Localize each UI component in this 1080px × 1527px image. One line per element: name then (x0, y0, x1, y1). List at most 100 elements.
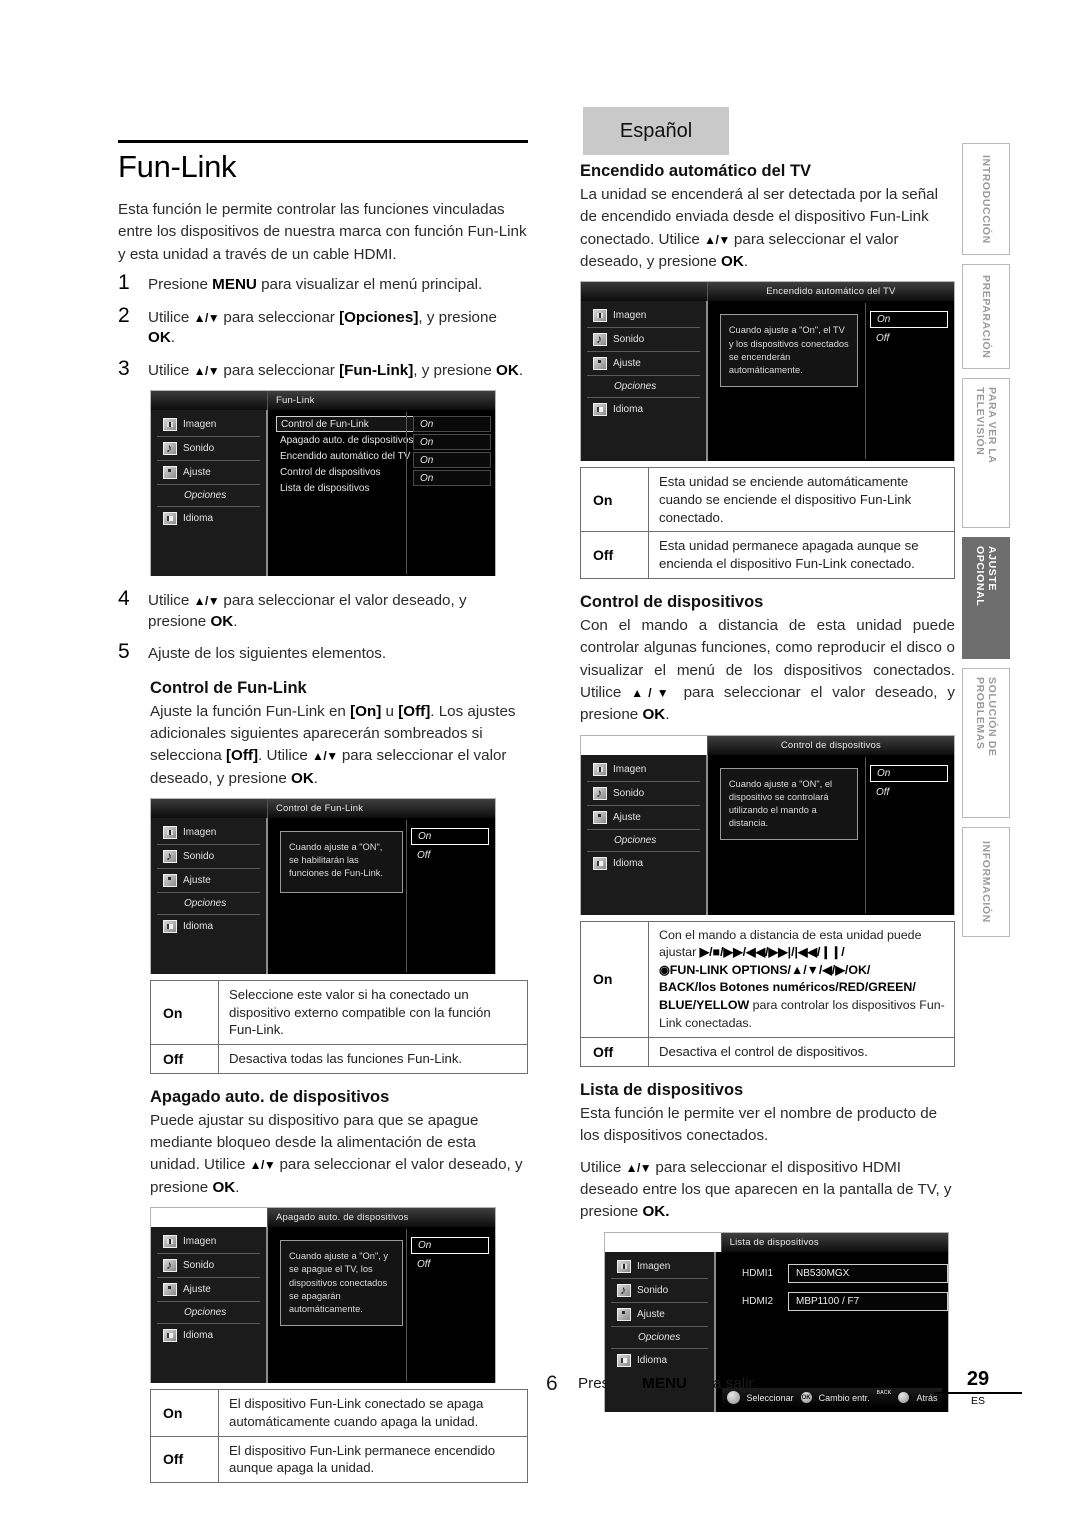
tv-menu-body: Imagen Sonido Ajuste Opciones Idioma Cua… (581, 754, 954, 915)
tv-header-title: Fun-Link (267, 391, 495, 411)
tv-menu-header: Encendido automático del TV (581, 282, 954, 302)
section-heading: Control de dispositivos (580, 592, 764, 611)
step-text: Utilice ▲/▼ para seleccionar [Fun-Link],… (148, 361, 524, 379)
tv-option-values: On Off (870, 311, 948, 349)
section-text: Puede ajustar su dispositivo para que se… (150, 1111, 523, 1196)
tv-option-off[interactable]: Off (870, 785, 948, 800)
imagen-icon (163, 1235, 177, 1249)
back-button-icon (898, 1392, 910, 1404)
table-row: On Esta unidad se enciende automáticamen… (580, 467, 955, 533)
tab-informacion[interactable]: INFORMACIÓN (962, 827, 1010, 937)
table-row: On Con el mando a distancia de esta unid… (580, 920, 955, 1039)
step-number: 2 (118, 303, 130, 327)
tv-value-column: On On On On (413, 416, 491, 488)
step-text: Ajuste de los siguientes elementos. (148, 645, 387, 663)
tv-panel-divider (406, 820, 407, 973)
tv-sidebar-item-opciones: Opciones (587, 830, 700, 852)
sonido-icon (163, 1258, 177, 1273)
table-row: Off Esta unidad permanece apagada aunque… (580, 531, 955, 579)
tv-sidebar-item-ajuste: Ajuste (587, 352, 700, 377)
tv-sidebar: Imagen Sonido Ajuste Opciones Idioma (581, 754, 708, 915)
tv-option-values: On Off (411, 1237, 489, 1275)
sonido-icon (163, 849, 177, 864)
step-2: 2 Utilice ▲/▼ para seleccionar [Opciones… (118, 303, 528, 349)
tv-value: On (413, 416, 491, 433)
sonido-icon (617, 1283, 631, 1297)
tv-option-on[interactable]: On (411, 1237, 489, 1255)
idioma-icon (163, 920, 177, 934)
tv-sidebar-item-imagen: Imagen (587, 304, 700, 329)
tv-header-title: Encendido automático del TV (707, 282, 954, 302)
sonido-icon (593, 786, 607, 800)
table-key: Off (580, 1037, 649, 1067)
tv-help-text: Cuando ajuste a "ON", el dispositivo se … (719, 767, 858, 841)
step-text: Presione MENU para visualizar el menú pr… (148, 276, 483, 294)
tv-sidebar-item-ajuste: Ajuste (587, 806, 700, 830)
tv-sidebar-item-imagen: Imagen (611, 1255, 708, 1279)
document-page: Español Fun-Link Esta función le permite… (0, 0, 1080, 1527)
tv-sidebar-item-opciones: Opciones (157, 893, 260, 916)
tv-header-title: Control de dispositivos (707, 735, 954, 755)
tv-option-off[interactable]: Off (411, 1257, 489, 1272)
device-label: HDMI1 (742, 1267, 774, 1279)
tv-sidebar-item-ajuste: Ajuste (157, 1278, 260, 1303)
tv-sidebar-item-ajuste: Ajuste (157, 461, 260, 486)
tab-solucion-de-problemas[interactable]: SOLUCIÓN DE PROBLEMAS (962, 668, 1010, 818)
tv-panel-divider (865, 756, 866, 913)
tv-sidebar-item-idioma: Idioma (157, 1324, 260, 1347)
tab-ajuste-opcional[interactable]: AJUSTE OPCIONAL (962, 537, 1010, 659)
final-step: 6 Presione MENU para salir. (546, 1372, 757, 1396)
tv-header-left (151, 799, 268, 819)
step-text: Utilice ▲/▼ para seleccionar el valor de… (148, 592, 467, 630)
step-text: Utilice ▲/▼ para seleccionar [Opciones],… (148, 308, 497, 347)
tv-sidebar-item-sonido: Sonido (587, 782, 700, 806)
tv-option-on[interactable]: On (870, 764, 948, 782)
tv-sidebar: Imagen Sonido Ajuste Opciones Idioma (151, 818, 268, 975)
title-rule (118, 140, 528, 143)
table-desc: El dispositivo Fun-Link conectado se apa… (218, 1389, 528, 1437)
tv-option-on[interactable]: On (411, 828, 489, 846)
tab-introduccion[interactable]: INTRODUCCIÓN (962, 143, 1010, 255)
tv-sidebar-item-sonido: Sonido (611, 1279, 708, 1303)
table-key: On (580, 920, 649, 1039)
table-row: On El dispositivo Fun-Link conectado se … (150, 1389, 528, 1437)
tv-value: On (413, 470, 491, 487)
tv-menu-apagado-auto: Apagado auto. de dispositivos Imagen Son… (150, 1207, 496, 1384)
tv-menu-header: Control de dispositivos (581, 735, 954, 755)
device-label: HDMI2 (742, 1295, 774, 1307)
tv-panel-divider (865, 303, 866, 460)
section-control-funlink: Control de Fun-Link Ajuste la función Fu… (150, 679, 528, 1483)
table-key: On (580, 467, 649, 533)
device-value: MBP1100 / F7 (788, 1291, 948, 1311)
tv-sidebar-item-opciones: Opciones (611, 1327, 708, 1349)
tv-menu-body: Imagen Sonido Ajuste Opciones Idioma Con… (151, 410, 495, 577)
tv-sidebar-item-idioma: Idioma (611, 1349, 708, 1372)
value-table-encendido-auto: On Esta unidad se enciende automáticamen… (580, 467, 955, 579)
value-table-apagado-auto: On El dispositivo Fun-Link conectado se … (150, 1389, 528, 1483)
left-column: Fun-Link Esta función le permite control… (118, 140, 528, 1487)
tab-preparacion[interactable]: PREPARACIÓN (962, 264, 1010, 369)
tv-sidebar-item-sonido: Sonido (157, 845, 260, 870)
device-row-hdmi2[interactable]: HDMI2 MBP1100 / F7 (742, 1291, 948, 1311)
intro-paragraph: Esta función le permite controlar las fu… (118, 201, 527, 263)
tv-option-off[interactable]: Off (870, 331, 948, 346)
idioma-icon (593, 856, 607, 870)
ajuste-icon (593, 810, 607, 824)
tv-value: On (413, 434, 491, 451)
device-value: NB530MGX (788, 1263, 948, 1283)
section-text: Ajuste la función Fun-Link en [On] u [Of… (150, 702, 516, 787)
tv-sidebar-item-sonido: Sonido (157, 437, 260, 462)
device-row-hdmi1[interactable]: HDMI1 NB530MGX (742, 1263, 948, 1283)
section-text: Esta función le permite ver el nombre de… (580, 1104, 938, 1145)
device-list: HDMI1 NB530MGX HDMI2 MBP1100 / F7 (716, 1252, 948, 1311)
idioma-icon (593, 403, 607, 417)
tv-option-on[interactable]: On (870, 311, 948, 329)
tv-panel-divider (406, 412, 407, 575)
tv-help-text: Cuando ajuste a "On", y se apague el TV,… (279, 1240, 403, 1327)
page-number: 29 (966, 1368, 990, 1390)
step-number: 5 (118, 640, 130, 664)
tv-menu-funlink: Fun-Link Imagen Sonido Ajuste Opciones I… (150, 390, 496, 577)
tab-para-ver-la-television[interactable]: PARA VER LA TELEVISIÓN (962, 378, 1010, 528)
table-row: On Seleccione este valor si ha conectado… (150, 980, 528, 1046)
tv-option-off[interactable]: Off (411, 848, 489, 863)
